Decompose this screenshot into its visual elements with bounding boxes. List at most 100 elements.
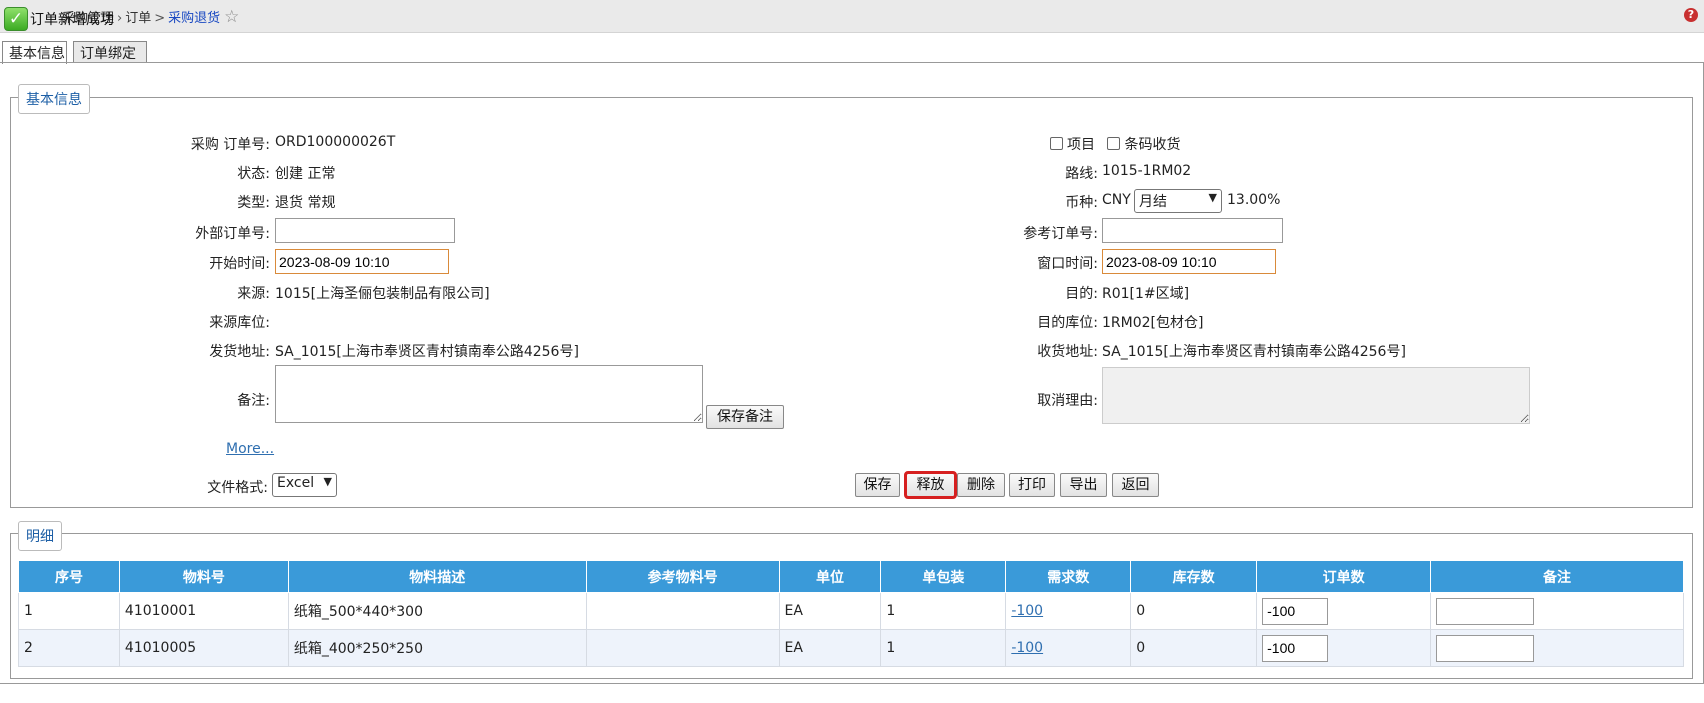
column-header[interactable]: 备注: [1430, 560, 1684, 593]
cell-remark: [1430, 592, 1684, 630]
demand-link[interactable]: -100: [1011, 603, 1043, 619]
destination-location-label: 目的库位:: [1037, 315, 1098, 331]
success-toast: ✓ 订单新增成功: [4, 7, 114, 31]
cell-pack: 1: [880, 592, 1007, 630]
order-no-value: ORD100000026T: [275, 134, 396, 150]
status-label: 状态:: [237, 166, 270, 182]
breadcrumb-current: 采购退货: [168, 11, 221, 26]
cell-seq: 1: [18, 592, 120, 630]
breadcrumb-separator: >: [154, 11, 166, 26]
receive-address-value: SA_1015[上海市奉贤区青村镇南奉公路4256号]: [1102, 344, 1406, 360]
currency-label: 币种:: [1065, 195, 1098, 211]
column-header[interactable]: 参考物料号: [585, 560, 780, 593]
column-header[interactable]: 需求数: [1005, 560, 1132, 593]
table-row: 2 41010005 纸箱_400*250*250 EA 1 -100 0: [18, 629, 1684, 667]
column-header[interactable]: 物料描述: [287, 560, 587, 593]
detail-legend: 明细: [18, 521, 62, 551]
cell-material-no: 41010001: [118, 592, 289, 630]
order-no-label: 采购 订单号:: [190, 137, 270, 153]
delete-button[interactable]: 删除: [957, 473, 1005, 497]
barcode-receive-label: 条码收货: [1124, 137, 1181, 153]
remark-label: 备注:: [237, 393, 270, 409]
chevron-down-icon: ▼: [323, 475, 332, 488]
column-header[interactable]: 单位: [778, 560, 882, 593]
table-header-row: 序号 物料号 物料描述 参考物料号 单位 单包装 需求数 库存数 订单数 备注: [18, 560, 1684, 593]
cell-material-desc: 纸箱_500*440*300: [287, 592, 587, 630]
start-time-label: 开始时间:: [209, 256, 270, 272]
receive-address-label: 收货地址:: [1037, 344, 1098, 360]
project-label: 项目: [1067, 137, 1095, 153]
column-header[interactable]: 序号: [18, 560, 120, 593]
destination-label: 目的:: [1065, 286, 1098, 302]
reference-order-no-input[interactable]: [1102, 218, 1283, 243]
cell-ref-material: [585, 592, 780, 630]
status-value: 创建 正常: [275, 166, 336, 182]
settlement-select[interactable]: 月结 ▼: [1134, 189, 1222, 213]
cell-remark: [1430, 629, 1684, 667]
breadcrumb-item-order[interactable]: 订单: [125, 11, 151, 26]
save-remark-button[interactable]: 保存备注: [706, 405, 784, 429]
favorite-star-icon[interactable]: ☆: [224, 7, 239, 27]
column-header[interactable]: 单包装: [880, 560, 1007, 593]
file-format-label: 文件格式:: [207, 480, 268, 496]
ship-address-value: SA_1015[上海市奉贤区青村镇南奉公路4256号]: [275, 344, 579, 360]
tax-rate-value: 13.00%: [1227, 192, 1281, 208]
project-checkbox[interactable]: 项目: [1050, 137, 1095, 153]
checkbox-icon[interactable]: [1107, 137, 1121, 150]
barcode-receive-checkbox[interactable]: 条码收货: [1107, 137, 1180, 153]
cell-unit: EA: [778, 629, 882, 667]
row-remark-input[interactable]: [1436, 634, 1535, 662]
help-icon[interactable]: ?: [1684, 8, 1698, 22]
column-header[interactable]: 库存数: [1130, 560, 1258, 593]
file-format-select[interactable]: Excel ▼: [272, 473, 337, 497]
cell-stock: 0: [1130, 629, 1258, 667]
column-header[interactable]: 物料号: [118, 560, 289, 593]
external-order-no-input[interactable]: [275, 218, 455, 243]
start-time-input[interactable]: [275, 249, 449, 274]
breadcrumb-separator: ›: [117, 11, 123, 26]
reference-order-no-label: 参考订单号:: [1023, 226, 1098, 242]
type-value: 退货 常规: [275, 195, 336, 211]
save-button[interactable]: 保存: [855, 473, 900, 497]
cell-order-qty: [1256, 592, 1432, 630]
demand-link[interactable]: -100: [1011, 640, 1043, 656]
order-qty-input[interactable]: [1262, 597, 1329, 625]
window-time-label: 窗口时间:: [1037, 256, 1098, 272]
cancel-reason-label: 取消理由:: [1037, 393, 1098, 409]
cell-order-qty: [1256, 629, 1432, 667]
order-qty-input[interactable]: [1262, 634, 1329, 662]
settlement-value: 月结: [1139, 194, 1167, 210]
table-row: 1 41010001 纸箱_500*440*300 EA 1 -100 0: [18, 592, 1684, 630]
row-remark-input[interactable]: [1436, 597, 1535, 625]
destination-value: R01[1#区域]: [1102, 286, 1190, 302]
cell-demand: -100: [1005, 629, 1132, 667]
currency-value: CNY: [1102, 192, 1131, 208]
export-button[interactable]: 导出: [1060, 473, 1107, 497]
top-bar: 采购管理 › 订单 > 采购退货 ☆ ?: [0, 0, 1704, 33]
cell-pack: 1: [880, 629, 1007, 667]
route-label: 路线:: [1065, 166, 1098, 182]
source-value: 1015[上海圣俪包装制品有限公司]: [275, 286, 490, 302]
route-value: 1015-1RM02: [1102, 163, 1192, 179]
cell-unit: EA: [778, 592, 882, 630]
back-button[interactable]: 返回: [1112, 473, 1159, 497]
source-label: 来源:: [237, 286, 270, 302]
cell-ref-material: [585, 629, 780, 667]
remark-textarea[interactable]: [275, 365, 703, 423]
chevron-down-icon: ▼: [1208, 191, 1217, 204]
column-header[interactable]: 订单数: [1256, 560, 1432, 593]
window-time-input[interactable]: [1102, 249, 1276, 274]
external-order-no-label: 外部订单号:: [195, 226, 270, 242]
checkbox-icon[interactable]: [1050, 137, 1063, 150]
cell-seq: 2: [18, 629, 120, 667]
cell-stock: 0: [1130, 592, 1258, 630]
type-label: 类型:: [237, 195, 270, 211]
check-icon: ✓: [4, 7, 28, 31]
more-link[interactable]: More...: [226, 441, 274, 457]
print-button[interactable]: 打印: [1009, 473, 1055, 497]
release-button[interactable]: 释放: [904, 471, 957, 499]
cell-material-desc: 纸箱_400*250*250: [287, 629, 587, 667]
ship-address-label: 发货地址:: [209, 344, 270, 360]
tab-order-binding[interactable]: 订单绑定: [73, 41, 147, 63]
tab-basic-info[interactable]: 基本信息: [2, 41, 67, 64]
